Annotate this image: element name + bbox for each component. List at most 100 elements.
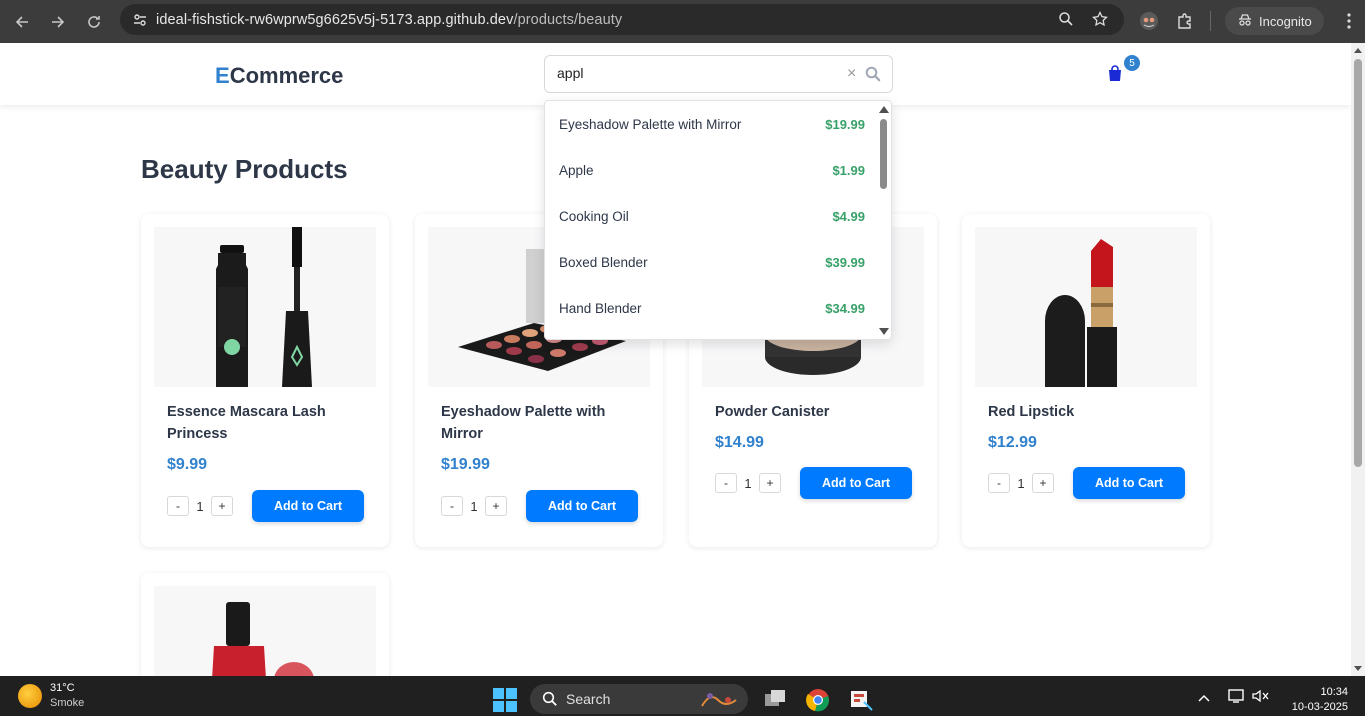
logo-accent-letter: E bbox=[215, 63, 230, 88]
product-image-nail-polish[interactable] bbox=[154, 586, 376, 676]
product-name[interactable]: Red Lipstick bbox=[988, 401, 1163, 423]
weather-temp: 31°C bbox=[50, 682, 75, 694]
decrease-qty-button[interactable]: - bbox=[167, 496, 189, 516]
clock-date: 10-03-2025 bbox=[1291, 701, 1348, 713]
add-to-cart-button[interactable]: Add to Cart bbox=[526, 490, 638, 522]
qty-value: 1 bbox=[744, 475, 752, 491]
qty-value: 1 bbox=[470, 498, 478, 514]
suggestion-item[interactable]: Eyeshadow Palette with Mirror $19.99 bbox=[545, 101, 877, 147]
search-icon[interactable] bbox=[865, 66, 883, 84]
weather-widget[interactable]: 31°C Smoke bbox=[18, 681, 84, 711]
page-scrollbar[interactable] bbox=[1351, 43, 1365, 676]
address-bar[interactable]: ideal-fishstick-rw6wprw5g6625v5j-5173.ap… bbox=[120, 4, 1124, 35]
zoom-icon[interactable] bbox=[1056, 9, 1076, 29]
increase-qty-button[interactable]: + bbox=[485, 496, 507, 516]
increase-qty-button[interactable]: + bbox=[759, 473, 781, 493]
suggestion-name: Hand Blender bbox=[559, 300, 642, 316]
weather-condition: Smoke bbox=[50, 697, 85, 709]
product-card bbox=[141, 573, 389, 676]
suggestions-scrollbar[interactable] bbox=[877, 101, 891, 339]
quantity-stepper: - 1 + bbox=[715, 473, 781, 493]
product-name[interactable]: Powder Canister bbox=[715, 401, 890, 423]
task-view-icon[interactable] bbox=[763, 688, 787, 710]
suggestion-item[interactable]: Hand Blender $34.99 bbox=[545, 285, 877, 331]
extensions-icon[interactable] bbox=[1174, 10, 1196, 32]
cart-count-badge: 5 bbox=[1124, 55, 1140, 71]
scroll-up-arrow-icon[interactable] bbox=[1354, 48, 1362, 53]
quantity-stepper: - 1 + bbox=[167, 496, 233, 516]
menu-kebab-icon[interactable] bbox=[1338, 10, 1360, 32]
system-clock[interactable]: 10:34 10-03-2025 bbox=[1282, 685, 1348, 715]
profile-avatar-icon[interactable] bbox=[1138, 10, 1160, 32]
back-icon[interactable] bbox=[8, 8, 36, 36]
taskbar-search-label: Search bbox=[566, 691, 611, 707]
weather-sun-icon bbox=[18, 684, 42, 708]
url-text: ideal-fishstick-rw6wprw5g6625v5j-5173.ap… bbox=[156, 12, 622, 28]
product-name[interactable]: Eyeshadow Palette with Mirror bbox=[441, 401, 616, 445]
scroll-down-arrow-icon[interactable] bbox=[879, 328, 889, 335]
decrease-qty-button[interactable]: - bbox=[441, 496, 463, 516]
toolbar-divider bbox=[1210, 11, 1211, 31]
taskbar-search-icon bbox=[542, 691, 558, 712]
url-path: /products/beauty bbox=[513, 11, 623, 28]
suggestion-price: $39.99 bbox=[825, 254, 865, 270]
product-image-mascara[interactable] bbox=[154, 227, 376, 387]
suggestion-item[interactable]: Boxed Blender $39.99 bbox=[545, 239, 877, 285]
bookmark-star-icon[interactable] bbox=[1090, 9, 1110, 29]
page-scroll-thumb[interactable] bbox=[1354, 59, 1362, 467]
suggestion-name: Boxed Blender bbox=[559, 254, 648, 270]
qty-value: 1 bbox=[196, 498, 204, 514]
scroll-up-arrow-icon[interactable] bbox=[879, 106, 889, 113]
browser-toolbar: ideal-fishstick-rw6wprw5g6625v5j-5173.ap… bbox=[0, 0, 1365, 43]
logo-text: Commerce bbox=[229, 63, 344, 88]
suggestion-price: $34.99 bbox=[825, 300, 865, 316]
incognito-indicator[interactable]: Incognito bbox=[1225, 7, 1324, 35]
snipping-tool-icon[interactable] bbox=[848, 688, 873, 711]
search-input[interactable] bbox=[557, 65, 817, 81]
decrease-qty-button[interactable]: - bbox=[715, 473, 737, 493]
product-price: $9.99 bbox=[167, 456, 208, 473]
product-price: $19.99 bbox=[441, 456, 490, 473]
scroll-thumb[interactable] bbox=[880, 119, 887, 189]
incognito-icon bbox=[1237, 13, 1253, 30]
suggestion-item[interactable]: Apple $1.99 bbox=[545, 147, 877, 193]
reload-icon[interactable] bbox=[80, 8, 108, 36]
suggestion-price: $19.99 bbox=[825, 116, 865, 132]
taskbar-search[interactable]: Search bbox=[530, 684, 748, 714]
network-icon[interactable] bbox=[1227, 688, 1245, 709]
add-to-cart-button[interactable]: Add to Cart bbox=[800, 467, 912, 499]
suggestion-item[interactable]: Cooking Oil $4.99 bbox=[545, 193, 877, 239]
windows-start-icon[interactable] bbox=[493, 688, 517, 712]
scroll-down-arrow-icon[interactable] bbox=[1354, 666, 1362, 671]
product-card: Red Lipstick $12.99 - 1 + Add to Cart bbox=[962, 214, 1210, 547]
increase-qty-button[interactable]: + bbox=[1032, 473, 1054, 493]
url-host: ideal-fishstick-rw6wprw5g6625v5j-5173.ap… bbox=[156, 11, 514, 28]
chrome-app-icon[interactable] bbox=[806, 688, 830, 712]
windows-taskbar: 31°C Smoke Search 10:34 10-03-2025 bbox=[0, 676, 1365, 716]
suggestion-name: Cooking Oil bbox=[559, 208, 629, 224]
add-to-cart-button[interactable]: Add to Cart bbox=[1073, 467, 1185, 499]
incognito-label: Incognito bbox=[1259, 13, 1312, 29]
quantity-stepper: - 1 + bbox=[988, 473, 1054, 493]
search-suggestions: Eyeshadow Palette with Mirror $19.99 App… bbox=[544, 100, 892, 340]
decrease-qty-button[interactable]: - bbox=[988, 473, 1010, 493]
page-title: Beauty Products bbox=[141, 154, 348, 184]
product-price: $12.99 bbox=[988, 434, 1037, 451]
shopping-bag-icon[interactable] bbox=[1107, 65, 1125, 83]
suggestion-price: $4.99 bbox=[832, 208, 865, 224]
suggestion-price: $1.99 bbox=[832, 162, 865, 178]
web-page: ECommerce × 5 Eyeshadow Palette with Mir… bbox=[0, 43, 1351, 676]
clear-search-icon[interactable]: × bbox=[847, 65, 856, 83]
site-header: ECommerce × 5 bbox=[0, 43, 1351, 105]
forward-icon[interactable] bbox=[44, 8, 72, 36]
increase-qty-button[interactable]: + bbox=[211, 496, 233, 516]
site-info-icon[interactable] bbox=[130, 10, 150, 30]
add-to-cart-button[interactable]: Add to Cart bbox=[252, 490, 364, 522]
site-logo[interactable]: ECommerce bbox=[215, 63, 343, 89]
show-hidden-icons-chevron-icon[interactable] bbox=[1197, 690, 1211, 708]
product-name[interactable]: Essence Mascara Lash Princess bbox=[167, 401, 342, 445]
clock-time: 10:34 bbox=[1320, 686, 1348, 698]
quantity-stepper: - 1 + bbox=[441, 496, 507, 516]
volume-muted-icon[interactable] bbox=[1251, 688, 1269, 709]
product-image-red-lipstick[interactable] bbox=[975, 227, 1197, 387]
